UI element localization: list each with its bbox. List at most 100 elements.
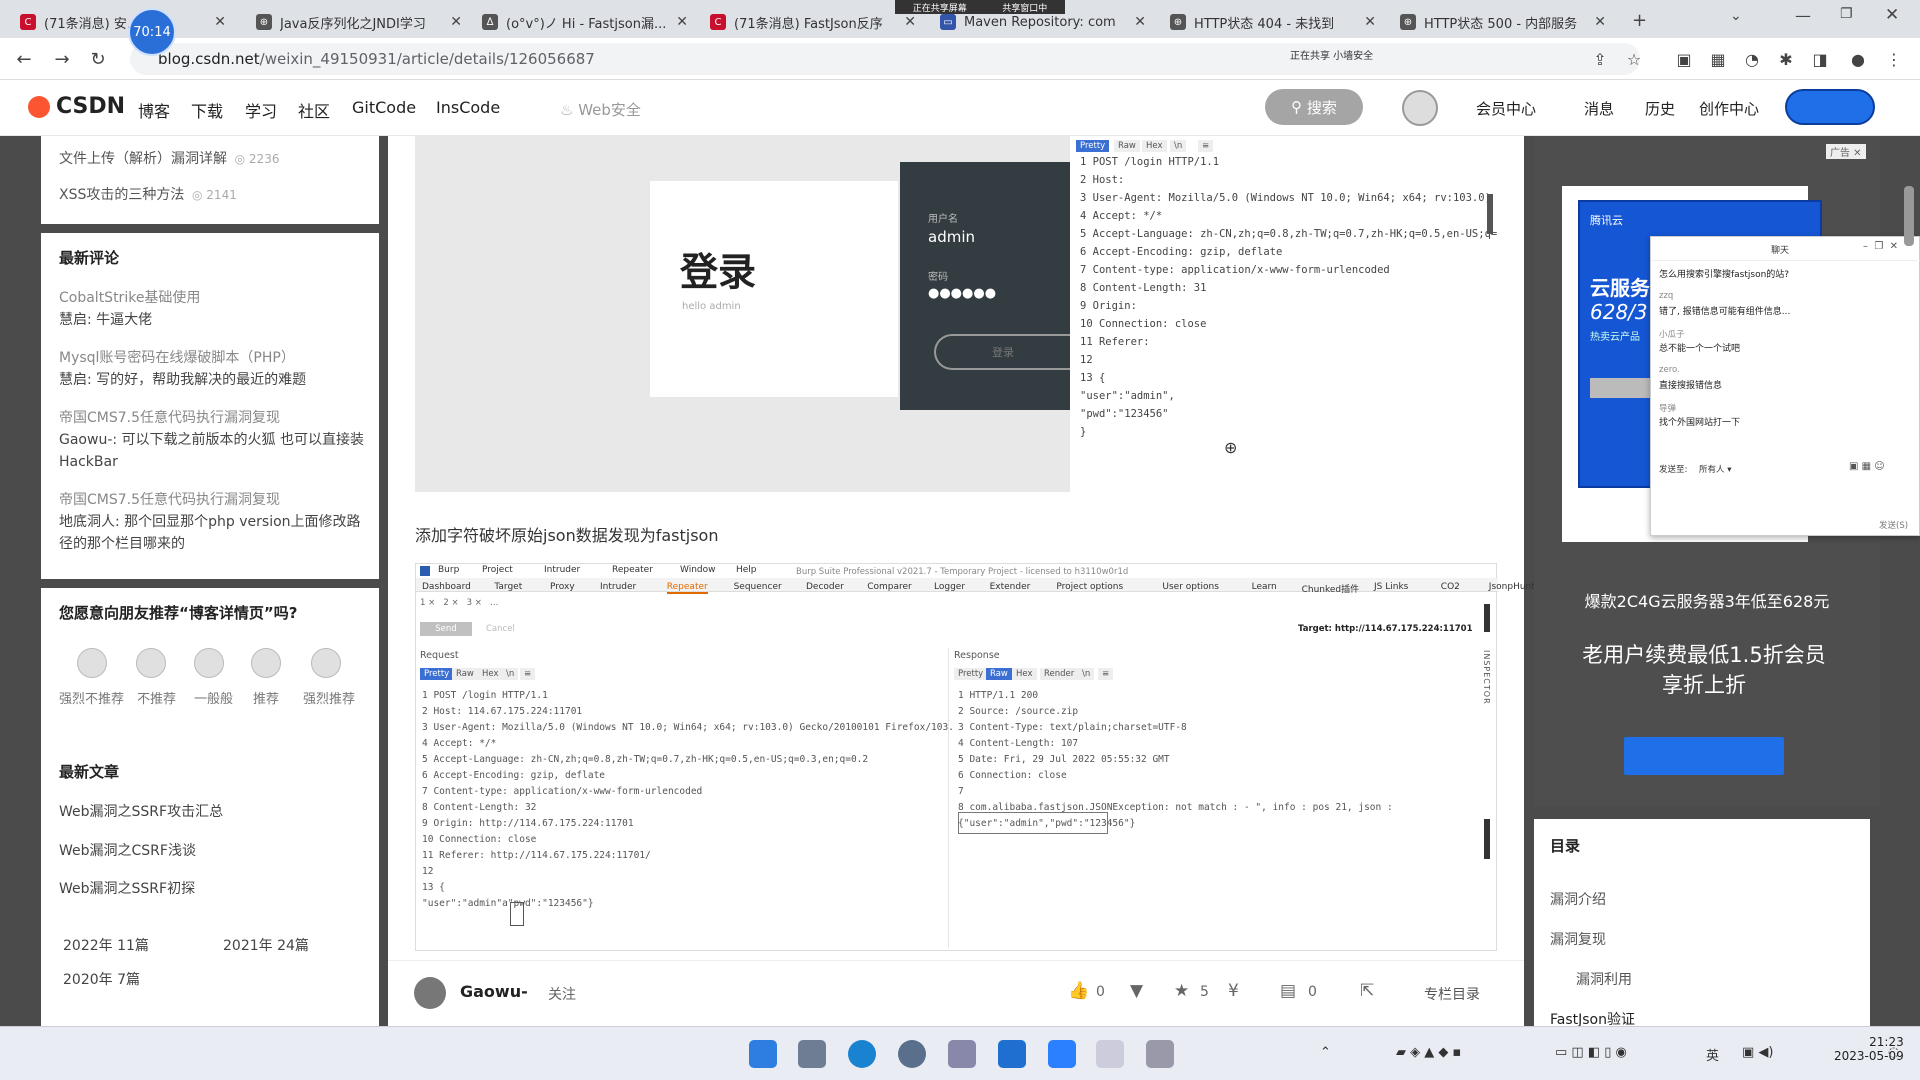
response-view-tab[interactable]: Raw — [986, 668, 1012, 680]
terminal-icon[interactable] — [1096, 1040, 1124, 1068]
extension-cookie-icon[interactable]: ◔ — [1740, 47, 1764, 71]
tab-list-icon[interactable]: ⌄ — [1730, 8, 1742, 24]
burp-tab[interactable]: Dashboard — [422, 582, 471, 592]
ad-close-button[interactable]: 广告 ✕ — [1826, 144, 1866, 159]
rating-good-icon[interactable] — [251, 648, 281, 678]
burp-tab[interactable]: Comparer — [867, 582, 912, 592]
header-right-item[interactable]: 消息 — [1584, 98, 1614, 119]
star-icon[interactable]: ★ — [1174, 981, 1189, 1001]
hot-article-link[interactable]: 文件上传（解析）漏洞详解 ◎ 2236 — [59, 148, 279, 168]
request-view-tab[interactable]: Raw — [452, 668, 478, 680]
raw-view-tab[interactable]: \n — [1170, 140, 1187, 152]
bookmark-star-icon[interactable]: ☆ — [1622, 47, 1646, 71]
screen-share-right[interactable]: 共享窗口中 — [1002, 1, 1047, 14]
burp-menu-item[interactable]: Help — [736, 565, 757, 575]
new-tab-button[interactable]: + — [1632, 10, 1647, 31]
extension-qr-icon[interactable]: ▦ — [1706, 47, 1730, 71]
request-view-tab[interactable]: \n — [502, 668, 519, 680]
app-icon[interactable] — [998, 1040, 1026, 1068]
rating-bad-icon[interactable] — [136, 648, 166, 678]
header-nav-item[interactable]: 博客 — [138, 98, 170, 122]
profile-icon[interactable]: ● — [1846, 47, 1870, 71]
reward-icon[interactable]: ¥ — [1228, 981, 1239, 1001]
tab-close-icon[interactable]: ✕ — [214, 14, 226, 30]
archive-link[interactable]: 2022年 11篇 — [63, 935, 149, 955]
header-right-item[interactable]: 会员中心 — [1476, 98, 1536, 119]
burp-tab[interactable]: Learn — [1252, 582, 1277, 592]
chat-send-button[interactable]: 发送(S) — [1879, 519, 1908, 531]
back-button[interactable]: ← — [12, 47, 36, 71]
burp-tab[interactable]: Decoder — [806, 582, 844, 592]
reload-button[interactable]: ↻ — [86, 47, 110, 71]
archive-link[interactable]: 2020年 7篇 — [63, 969, 140, 989]
toc-item[interactable]: 漏洞介绍 — [1550, 889, 1606, 909]
tab-close-icon[interactable]: ✕ — [1594, 14, 1606, 30]
like-icon[interactable]: 👍 — [1068, 981, 1089, 1001]
app-icon[interactable] — [1146, 1040, 1174, 1068]
file-explorer-icon[interactable] — [798, 1040, 826, 1068]
search-hint[interactable]: ♨ Web安全 — [560, 99, 641, 120]
burp-tab[interactable]: Intruder — [600, 582, 636, 592]
menu-icon[interactable]: ⋮ — [1882, 47, 1906, 71]
inspector-tab[interactable]: INSPECTOR — [1482, 650, 1491, 705]
minimize-button[interactable]: — — [1795, 6, 1811, 25]
burp-menu-item[interactable]: Project — [482, 565, 513, 575]
raw-view-tab[interactable]: ≡ — [1198, 140, 1214, 152]
sidebar-icon[interactable]: ◨ — [1808, 47, 1832, 71]
archive-link[interactable]: 2021年 24篇 — [223, 935, 309, 955]
request-view-tab[interactable]: ≡ — [520, 668, 536, 680]
csdn-logo[interactable]: CSDN — [28, 94, 125, 119]
header-nav-item[interactable]: InsCode — [436, 98, 500, 117]
chat-tools-icon[interactable]: ▣ ▦ ☺ — [1849, 461, 1885, 472]
rating-very-good-icon[interactable] — [311, 648, 341, 678]
recording-timer[interactable]: 70:14 — [128, 8, 176, 56]
response-view-tab[interactable]: \n — [1078, 668, 1095, 680]
tab-close-icon[interactable]: ✕ — [1364, 14, 1376, 30]
tab-close-icon[interactable]: ✕ — [676, 14, 688, 30]
comment-article-link[interactable]: Mysql账号密码在线爆破脚本（PHP） — [59, 347, 295, 367]
tab-close-icon[interactable]: ✕ — [904, 14, 916, 30]
puzzle-icon[interactable]: ✱ — [1774, 47, 1798, 71]
zoom-in-icon[interactable]: ⊕ — [1224, 438, 1237, 457]
comment-icon[interactable]: ▤ — [1280, 981, 1296, 1001]
app-icon[interactable] — [948, 1040, 976, 1068]
chat-to-select[interactable]: 所有人 ▾ — [1699, 463, 1731, 475]
tab-close-icon[interactable]: ✕ — [450, 14, 462, 30]
burp-tab[interactable]: Logger — [934, 582, 965, 592]
target-label[interactable]: Target: http://114.67.175.224:11701 — [1298, 624, 1473, 634]
burp-tab[interactable]: Project options — [1056, 582, 1123, 592]
forward-button[interactable]: → — [50, 47, 74, 71]
latest-article-link[interactable]: Web漏洞之CSRF浅谈 — [59, 840, 196, 860]
burp-tab[interactable]: Chunked插件 — [1302, 582, 1360, 595]
header-nav-item[interactable]: 下载 — [191, 98, 223, 122]
extension-icon[interactable]: ▣ — [1672, 47, 1696, 71]
tray-app-icons[interactable]: ▰ ◈ ▲ ◆ ▪ — [1396, 1045, 1461, 1060]
browser-tab[interactable]: C (71条消息) FastJson反序 ✕ — [700, 6, 926, 38]
avatar[interactable] — [1402, 90, 1438, 126]
meeting-app-icon[interactable] — [1048, 1040, 1076, 1068]
notification-icon[interactable]: ◌ — [1888, 1045, 1899, 1060]
burp-scrollbar[interactable] — [1484, 819, 1490, 859]
comment-article-link[interactable]: 帝国CMS7.5任意代码执行漏洞复现 — [59, 407, 280, 427]
hot-article-link[interactable]: XSS攻击的三种方法 ◎ 2141 — [59, 184, 237, 204]
toc-item[interactable]: 漏洞复现 — [1550, 929, 1606, 949]
header-right-item[interactable]: 创作中心 — [1699, 98, 1759, 119]
rating-very-bad-icon[interactable] — [77, 648, 107, 678]
dislike-icon[interactable]: ▼ — [1130, 981, 1143, 1001]
response-view-tab[interactable]: Hex — [1012, 668, 1037, 680]
browser-tab[interactable]: ⊕ HTTP状态 404 - 未找到 ✕ — [1160, 6, 1386, 38]
header-nav-item[interactable]: 学习 — [245, 98, 277, 122]
network-volume-icons[interactable]: ▣ ◀) — [1742, 1045, 1773, 1060]
burp-tab[interactable]: CO2 — [1441, 582, 1460, 592]
response-view-tab[interactable]: Render — [1040, 668, 1079, 680]
rating-neutral-icon[interactable] — [194, 648, 224, 678]
input-method[interactable]: 英 — [1706, 1045, 1719, 1064]
latest-article-link[interactable]: Web漏洞之SSRF攻击汇总 — [59, 801, 223, 821]
chat-window-controls[interactable]: – ❐ ✕ — [1863, 241, 1898, 252]
share-icon[interactable]: ⇪ — [1588, 47, 1612, 71]
burp-tab[interactable]: User options — [1162, 582, 1219, 592]
burp-tab[interactable]: JS Links — [1374, 582, 1408, 592]
latest-article-link[interactable]: Web漏洞之SSRF初探 — [59, 878, 195, 898]
header-right-item[interactable]: 历史 — [1645, 98, 1675, 119]
browser-tab[interactable]: ⊕ Java反序列化之JNDI学习 ✕ — [246, 6, 472, 38]
